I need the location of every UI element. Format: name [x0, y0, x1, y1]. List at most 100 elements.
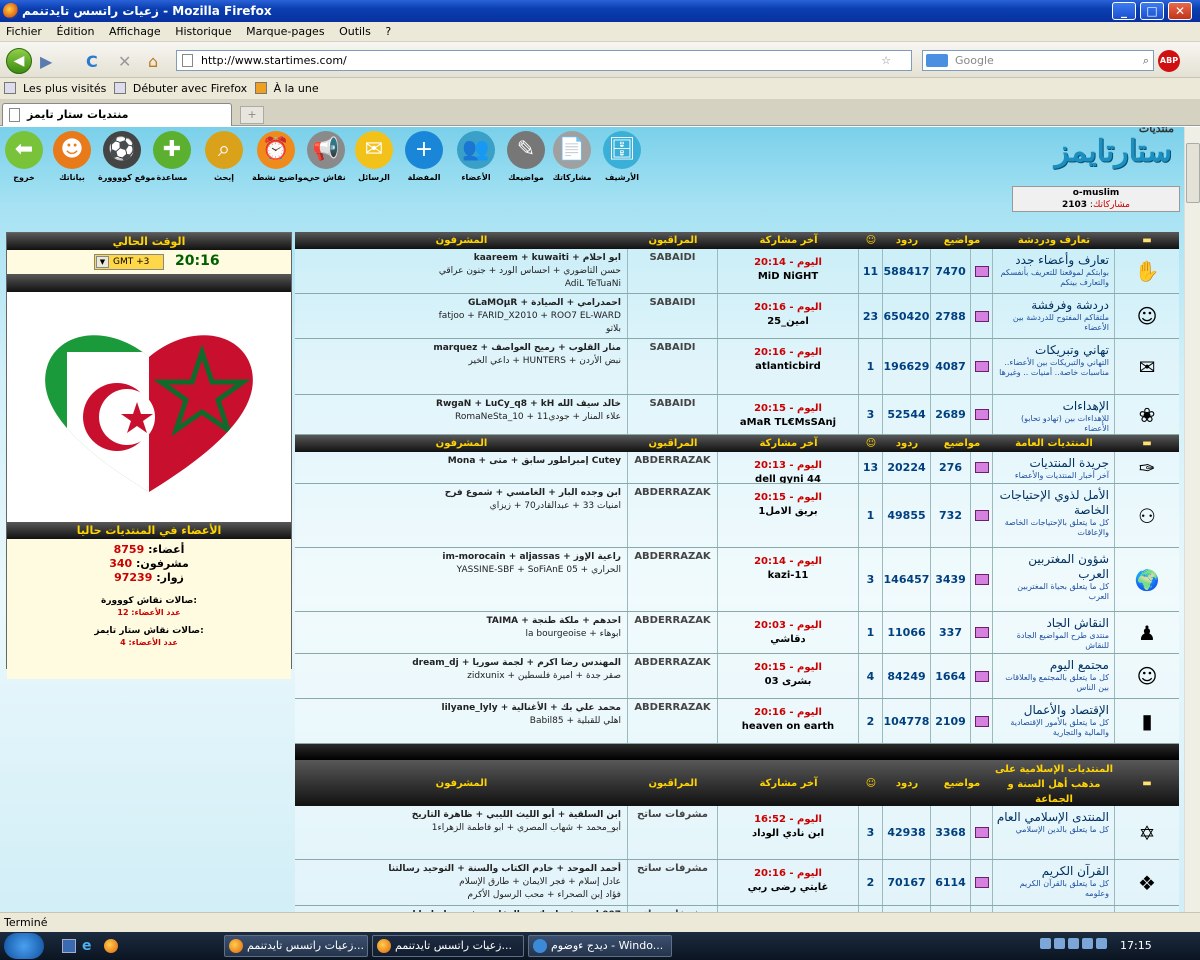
menu-affichage[interactable]: Affichage [109, 25, 161, 38]
supervisor-line[interactable]: فؤاد إبن الصحراء + محب الرسول الأكرم [301, 889, 621, 902]
last-post-user[interactable]: بشرى 03 [718, 675, 858, 689]
show-desktop-icon[interactable] [62, 939, 76, 953]
supervisor-line[interactable]: RomaNeSta_10 + علاء المنار + جودي11 [301, 411, 621, 424]
supervisor-line[interactable]: fatjoo + FARID_X2010 + ROO7 EL-WARD [301, 310, 621, 323]
toolbar-magnifier-button[interactable]: ⌕ إبحث [200, 131, 248, 182]
close-button[interactable]: ✕ [1168, 2, 1192, 20]
taskbar-item-ie[interactable]: ديدج ءوضوم - Windo... [528, 935, 672, 957]
minimize-button[interactable]: _ [1112, 2, 1136, 20]
supervisor-line[interactable]: lilyane_lyly + محمد علي بك + الأغنالية [301, 702, 621, 715]
site-logo[interactable]: منتديات ستارتايمز [1008, 127, 1176, 185]
row-forum-name[interactable]: الإهداءات (تهادو تحابو) للإهداءات بين الأ… [993, 395, 1115, 434]
new-tab-button[interactable]: + [240, 106, 264, 124]
forum-title[interactable]: شؤون المغتربين العرب [995, 552, 1109, 582]
username[interactable]: o-muslim [1013, 187, 1179, 199]
toolbar-members-button[interactable]: 👥 الأعضاء [452, 131, 500, 182]
star-icon[interactable]: ☆ [881, 51, 891, 70]
row-forum-name[interactable]: المنتدى الإسلامي العام كل ما يتعلق بالدين… [993, 806, 1115, 859]
row-moderator[interactable]: ABDERRAZAK [628, 654, 718, 698]
start-button[interactable] [4, 933, 44, 959]
row-forum-name[interactable]: شؤون المغتربين العرب كل ما يتعلق بحياة ال… [993, 548, 1115, 611]
row-moderator[interactable]: ABDERRAZAK [628, 484, 718, 547]
google-engine-icon[interactable] [926, 54, 948, 67]
forum-title[interactable]: النقاش الجاد [995, 616, 1109, 631]
row-forum-name[interactable]: تهاني وتبريكات التهاني والتبريكات بين الأ… [993, 339, 1115, 394]
url-bar[interactable]: http://www.startimes.com/ ☆ [176, 50, 912, 71]
forum-title[interactable]: القرآن الكريم [995, 864, 1109, 879]
forum-title[interactable]: الإهداءات [995, 399, 1109, 414]
bookmark-headlines[interactable]: À la une [254, 82, 319, 95]
home-button[interactable]: ⌂ [148, 52, 158, 71]
menu-marque-pages[interactable]: Marque-pages [246, 25, 324, 38]
toolbar-megaphone-button[interactable]: 📢 نقاش حي [302, 131, 350, 182]
stop-button[interactable]: ✕ [118, 52, 131, 71]
supervisor-line[interactable]: أحمد الموحد + خادم الكتاب والسنة + التوح… [301, 863, 621, 876]
tab-startimes[interactable]: منتديات ستار تايمز [2, 103, 232, 126]
section-title[interactable]: المنتديات العامة [993, 435, 1115, 452]
maximize-button[interactable]: □ [1140, 2, 1164, 20]
supervisor-line[interactable]: داعي الخير + HUNTERS + نبض الأردن [301, 355, 621, 368]
supervisor-line[interactable]: RwgaN + LuCy_q8 + kH خالد سيف الله [301, 398, 621, 411]
vertical-scrollbar[interactable] [1184, 127, 1200, 912]
supervisor-line[interactable]: GLaMOµR + احمدرامي + الصيادة [301, 297, 621, 310]
toolbar-pen-button[interactable]: ✎ مواضيعك [502, 131, 550, 182]
last-post-user[interactable]: دقاشي [718, 633, 858, 647]
forward-button[interactable]: ▶ [40, 52, 52, 71]
forum-title[interactable]: المنتدى الإسلامي العام [995, 810, 1109, 825]
volume-icon[interactable] [1096, 938, 1107, 949]
toolbar-alarm-clock-button[interactable]: ⏰ مواضيع نشطة [252, 131, 308, 182]
forum-title[interactable]: الأمل لذوي الإحتياجات الخاصة [995, 488, 1109, 518]
last-post-user[interactable]: kazi-11 [718, 569, 858, 583]
toolbar-envelope-button[interactable]: ✉ الرسائل [350, 131, 398, 182]
last-post-user[interactable]: ابن نادي الوداد [718, 827, 858, 841]
bookmark-most-visited[interactable]: Les plus visités [4, 82, 106, 95]
supervisor-line[interactable]: أبو_محمد + شهاب المصري + ابو فاطمة الزهر… [301, 822, 621, 835]
search-box[interactable]: Google ⌕ [922, 50, 1154, 71]
taskbar-item-firefox-1[interactable]: زعيات راتسس تايدتنمم... [224, 935, 368, 957]
adblock-button[interactable]: ABP [1158, 50, 1180, 72]
forum-title[interactable]: مجتمع اليوم [995, 658, 1109, 673]
supervisor-line[interactable]: امنيات 33 + عبدالقادر70 + زيزاي [301, 500, 621, 513]
row-forum-name[interactable]: دردشة وفرفشة ملتقاكم المفتوح للدردشة بين … [993, 294, 1115, 338]
section-title[interactable]: المنتديات الإسلامية على مذهب أهل السنة و… [993, 760, 1115, 806]
row-moderator[interactable]: ABDERRAZAK [628, 548, 718, 611]
supervisor-line[interactable]: zidxunix + صقر جدة + اميرة فلسطين [301, 670, 621, 683]
toolbar-archive-button[interactable]: 🗄 الأرشيف [598, 131, 646, 182]
forum-title[interactable]: جريدة المنتديات [995, 456, 1109, 471]
forum-title[interactable]: دردشة وفرفشة [995, 298, 1109, 313]
supervisor-line[interactable]: Babil85 + اهلي للقبلية [301, 715, 621, 728]
row-moderator[interactable]: ABDERRAZAK [628, 699, 718, 743]
last-post-user[interactable]: atlanticbird [718, 360, 858, 374]
supervisor-line[interactable]: marquez + منار القلوب + رميح العواصف [301, 342, 621, 355]
section-title[interactable]: تعارف ودردشة [993, 232, 1115, 249]
toolbar-document-button[interactable]: 📄 مشاركاتك [548, 131, 596, 182]
timezone-select[interactable]: ▼ GMT +3 [94, 254, 164, 270]
toolbar-soccer-ball-button[interactable]: ⚽ موقع كوووورة [98, 131, 155, 182]
supervisor-line[interactable]: TAIMA + احدهم + ملكة طنجة [301, 615, 621, 628]
row-forum-name[interactable]: الإقتصاد والأعمال كل ما يتعلق بالأمور الإ… [993, 699, 1115, 743]
row-forum-name[interactable]: الأمل لذوي الإحتياجات الخاصة كل ما يتعلق … [993, 484, 1115, 547]
row-moderator[interactable]: مشرفات ساتح [628, 806, 718, 859]
reload-button[interactable]: C [86, 52, 98, 71]
supervisor-line[interactable]: dream_dj + المهندس رضا اكرم + لجمة سوريا [301, 657, 621, 670]
row-forum-name[interactable]: جريدة المنتديات آخر أخبار المنتديات والأع… [993, 452, 1115, 483]
supervisor-line[interactable]: ابن السلقية + أبو الليث الليبي + ظاهرة ا… [301, 809, 621, 822]
row-moderator[interactable]: مشرفات ساتح [628, 860, 718, 905]
last-post-user[interactable]: MiD NiGHT [718, 270, 858, 284]
chevron-down-icon[interactable]: ▼ [96, 256, 109, 268]
row-moderator[interactable]: SABAIDI [628, 339, 718, 394]
menu-help[interactable]: ? [385, 25, 391, 38]
toolbar-exit-arrow-button[interactable]: ⬅ خروج [0, 131, 48, 182]
chat-room-kooora[interactable]: صالات نقاش كووورة: عدد الأعضاء: 12 [7, 595, 291, 619]
forum-title[interactable]: الإقتصاد والأعمال [995, 703, 1109, 718]
tray-icon[interactable] [1068, 938, 1079, 949]
menu-fichier[interactable]: Fichier [6, 25, 42, 38]
row-moderator[interactable]: SABAIDI [628, 294, 718, 338]
supervisor-line[interactable]: Mona + إمبراطور سابق + متى Cutey [301, 455, 621, 468]
back-button[interactable]: ◀ [6, 48, 32, 74]
last-post-user[interactable]: غايتي رضى ربي [718, 881, 858, 895]
toolbar-plus-button[interactable]: + المفضلة [400, 131, 448, 182]
row-forum-name[interactable]: تعارف وأعضاء جدد بوابتكم لموقعنا للتعريف … [993, 249, 1115, 293]
row-moderator[interactable]: ABDERRAZAK [628, 452, 718, 483]
supervisor-line[interactable]: عادل إسلام + فجر الايمان + طارق الإسلام [301, 876, 621, 889]
